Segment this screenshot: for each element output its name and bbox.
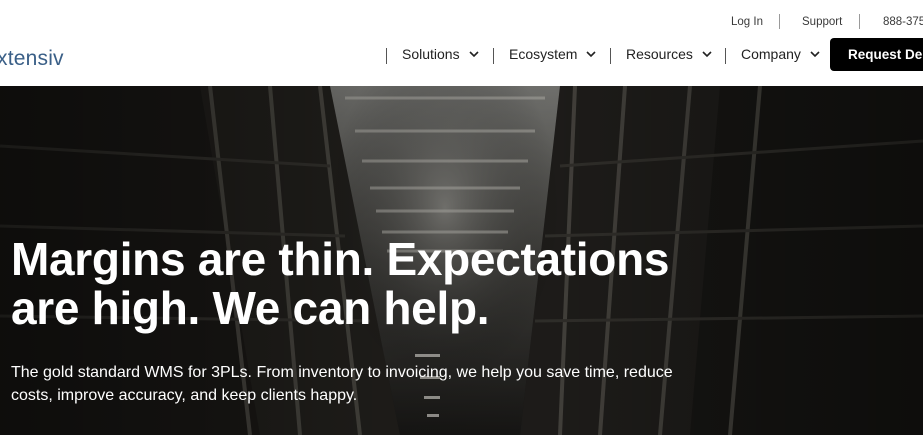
chevron-down-icon bbox=[701, 48, 713, 60]
login-link[interactable]: Log In bbox=[731, 16, 763, 28]
hero-section: Margins are thin. Expectations are high.… bbox=[0, 86, 923, 435]
utility-divider bbox=[779, 14, 780, 29]
nav-item-company[interactable]: Company bbox=[741, 46, 821, 62]
hero-headline-line: Margins are thin. Expectations bbox=[11, 233, 670, 285]
chevron-down-icon bbox=[809, 48, 821, 60]
logo[interactable]: xtensiv bbox=[0, 47, 64, 71]
utility-divider bbox=[859, 14, 860, 29]
nav-item-label: Solutions bbox=[402, 46, 460, 62]
hero-subtext: The gold standard WMS for 3PLs. From inv… bbox=[11, 361, 711, 407]
nav-divider bbox=[386, 48, 387, 64]
hero-subtext-line: The gold standard WMS for 3PLs. From inv… bbox=[11, 364, 673, 381]
nav-item-label: Company bbox=[741, 46, 801, 62]
utility-bar: Log In Support 888-375 bbox=[0, 0, 923, 40]
chevron-down-icon bbox=[468, 48, 480, 60]
nav-item-label: Ecosystem bbox=[509, 46, 578, 62]
request-demo-button[interactable]: Request Dem bbox=[830, 38, 923, 71]
nav-divider bbox=[610, 48, 611, 64]
main-nav: xtensiv Solutions Ecosystem Resources Co… bbox=[0, 38, 923, 86]
nav-item-ecosystem[interactable]: Ecosystem bbox=[509, 46, 597, 62]
chevron-down-icon bbox=[585, 48, 597, 60]
phone-link[interactable]: 888-375 bbox=[883, 16, 923, 28]
hero-subtext-line: costs, improve accuracy, and keep client… bbox=[11, 387, 358, 404]
support-link[interactable]: Support bbox=[802, 16, 842, 28]
nav-item-solutions[interactable]: Solutions bbox=[402, 46, 480, 62]
hero-headline: Margins are thin. Expectations are high.… bbox=[11, 235, 731, 333]
nav-item-label: Resources bbox=[626, 46, 693, 62]
nav-item-resources[interactable]: Resources bbox=[626, 46, 713, 62]
nav-divider bbox=[493, 48, 494, 64]
hero-headline-line: are high. We can help. bbox=[11, 282, 490, 334]
nav-divider bbox=[725, 48, 726, 64]
